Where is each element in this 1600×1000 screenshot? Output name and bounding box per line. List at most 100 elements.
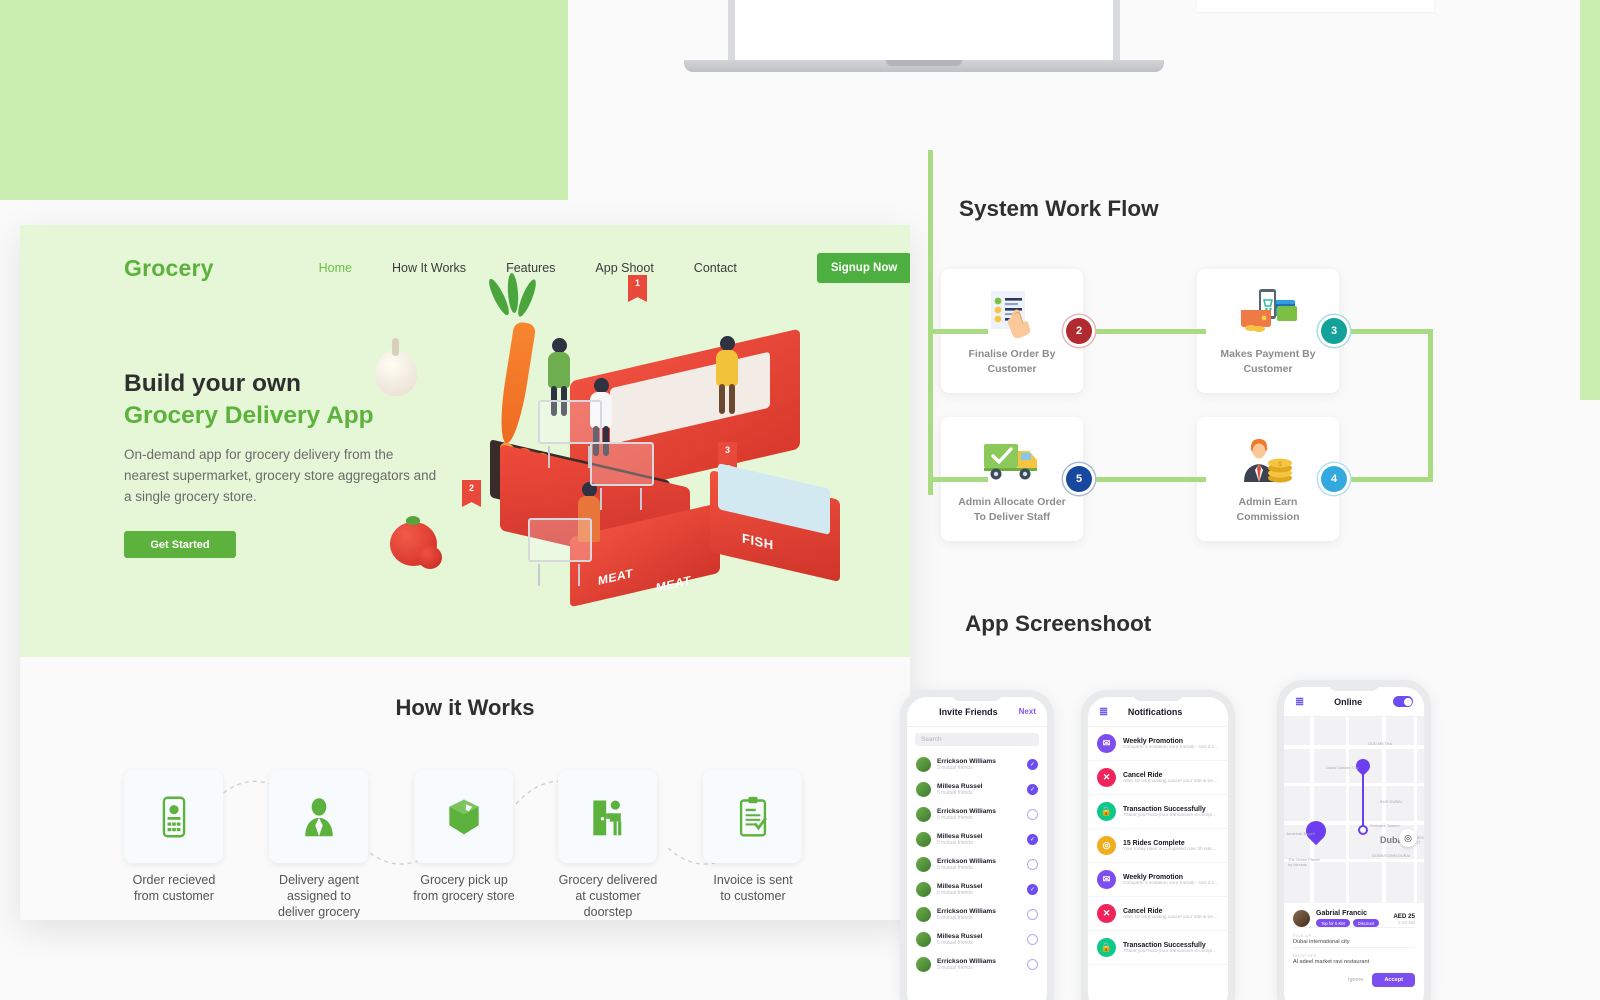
- hero-headline-line1: Build your own: [124, 370, 301, 397]
- grocery-store-illustration: 1 2 3 MEAT MEAT FISH: [375, 270, 890, 650]
- friend-checkbox[interactable]: [1027, 809, 1038, 820]
- get-started-button[interactable]: Get Started: [124, 531, 236, 558]
- nav-item-home[interactable]: Home: [319, 261, 352, 275]
- friend-checkbox[interactable]: [1027, 934, 1038, 945]
- friend-checkbox[interactable]: [1027, 859, 1038, 870]
- friend-row[interactable]: Errickson Williams 5 mutual friends: [907, 902, 1047, 927]
- hiw-card-2[interactable]: [269, 770, 368, 863]
- accept-button[interactable]: Accept: [1372, 973, 1415, 987]
- workflow-card-makes-payment[interactable]: Makes Payment By Customer: [1197, 269, 1339, 393]
- lock-icon: 🔒: [1097, 802, 1116, 821]
- notification-sub: Thank you! Now your transaction is compl…: [1123, 948, 1219, 954]
- online-header: ≣ Online: [1284, 687, 1424, 717]
- friend-row[interactable]: Millesa Russel 5 mutual friends: [907, 927, 1047, 952]
- online-toggle[interactable]: [1393, 696, 1413, 707]
- notifications-title: Notifications: [1127, 706, 1183, 717]
- hamburger-menu-icon[interactable]: ≣: [1295, 695, 1304, 708]
- friend-name: Millesa Russel: [937, 783, 983, 790]
- dropoff-leg: DROP OFF Al adeel market ravi restaurant: [1293, 947, 1415, 967]
- friend-row[interactable]: Millesa Russel 5 mutual friends ✓: [907, 777, 1047, 802]
- shopping-cart-3: [528, 518, 592, 586]
- friend-checkbox[interactable]: ✓: [1027, 759, 1038, 770]
- doorstep-delivery-icon: [592, 800, 621, 835]
- carrot-icon: [495, 321, 537, 445]
- phone-notch: [1132, 690, 1184, 701]
- ride-request-card: Gabrial Francic Top for 5 KM Discount AE…: [1284, 903, 1424, 994]
- friend-row[interactable]: Millesa Russel 5 mutual friends ✓: [907, 827, 1047, 852]
- app-screenshoot-title: App Screenshoot: [965, 611, 1152, 636]
- friend-checkbox[interactable]: ✓: [1027, 784, 1038, 795]
- notification-row[interactable]: ✉ Weekly Promotion Complete 3 invitation y…: [1088, 863, 1228, 897]
- ride-tag-distance: Top for 5 KM: [1316, 919, 1350, 927]
- hiw-card-5[interactable]: [703, 770, 802, 863]
- ride-request-header: Gabrial Francic Top for 5 KM Discount AE…: [1293, 910, 1415, 927]
- notification-row[interactable]: ✉ Weekly Promotion Complete 3 invitation y…: [1088, 727, 1228, 761]
- notification-sub: After 15 mint waiting cancel your ride &…: [1123, 778, 1219, 784]
- workflow-line-from-3: [1344, 329, 1432, 334]
- avatar: [916, 882, 931, 897]
- laptop-mockup: Jan 2020 Feb 2020 Mar 2020 Apr 2020 reac…: [684, 0, 1164, 120]
- workflow-card-admin-commission[interactable]: $ Admin Earn Commission: [1197, 417, 1339, 541]
- ignore-button[interactable]: Ignore: [1348, 977, 1363, 983]
- workflow-badge-2: 2: [1066, 318, 1092, 344]
- friend-checkbox[interactable]: [1027, 909, 1038, 920]
- driver-avatar: [1293, 910, 1310, 927]
- friend-row[interactable]: Errickson Williams 5 mutual friends: [907, 952, 1047, 977]
- friend-name: Errickson Williams: [937, 758, 996, 765]
- friends-search-input[interactable]: Search: [915, 733, 1039, 746]
- sidebar-item-promotion-promo-code[interactable]: Promotion - Promo Code: [1197, 0, 1434, 12]
- next-button[interactable]: Next: [1019, 707, 1036, 716]
- notification-title: Transaction Successfully: [1123, 805, 1206, 813]
- avatar: [916, 832, 931, 847]
- notification-sub: Complete 3 invitation your friends - Get…: [1123, 744, 1219, 750]
- map-view[interactable]: Dubai OUD METHA BUR DUBAI DUBAI DESIGN D…: [1284, 717, 1424, 903]
- nav-item-how-it-works[interactable]: How It Works: [392, 261, 466, 275]
- map-label-downtown-dubai: DOWNTOWN DUBAI: [1372, 853, 1411, 858]
- invite-friends-header: Invite Friends Next: [907, 697, 1047, 727]
- background-panel-green-right: [1580, 0, 1600, 400]
- hiw-card-4[interactable]: [558, 770, 657, 863]
- friend-checkbox[interactable]: ✓: [1027, 834, 1038, 845]
- hiw-card-3[interactable]: [414, 770, 513, 863]
- friend-row[interactable]: Errickson Williams 5 mutual friends: [907, 802, 1047, 827]
- workflow-line-into-card-3: [928, 477, 988, 482]
- how-it-works-title: How it Works: [395, 695, 535, 720]
- avatar: [916, 807, 931, 822]
- friend-name: Errickson Williams: [937, 808, 996, 815]
- friend-checkbox[interactable]: [1027, 959, 1038, 970]
- aisle-flag-2: 2: [462, 480, 481, 507]
- workflow-badge-5: 5: [1066, 466, 1092, 492]
- notification-row[interactable]: ✕ Cancel Ride After 15 mint waiting cancel…: [1088, 761, 1228, 795]
- aisle-flag-1: 1: [628, 275, 647, 302]
- workflow-line-into-card-1: [928, 329, 988, 334]
- notification-row[interactable]: ◎ 15 Rides Complete Your today rides is co…: [1088, 829, 1228, 863]
- friend-row[interactable]: Errickson Williams 5 mutual friends ✓: [907, 752, 1047, 777]
- friend-row[interactable]: Errickson Williams 5 mutual friends: [907, 852, 1047, 877]
- notification-title: Cancel Ride: [1123, 771, 1163, 779]
- online-map-phone: ≣ Online Dubai OUD METHA BUR DUBAI DUBAI…: [1277, 680, 1431, 1000]
- workflow-line-vertical-left: [928, 150, 933, 495]
- hero-paragraph: On-demand app for grocery delivery from …: [124, 447, 437, 505]
- admin-commission-icon: $: [1197, 433, 1339, 489]
- notification-row[interactable]: 🔒 Transaction Successfully Thank you! Now …: [1088, 931, 1228, 965]
- workflow-label-4: Admin Earn Commission: [1236, 496, 1300, 524]
- workflow-line-vertical-right: [1428, 329, 1433, 482]
- phone-notch: [1328, 680, 1380, 691]
- notification-row[interactable]: ✕ Cancel Ride After 15 mint waiting cancel…: [1088, 897, 1228, 931]
- brand-logo[interactable]: Grocery: [124, 255, 214, 282]
- friend-checkbox[interactable]: ✓: [1027, 884, 1038, 895]
- notification-row[interactable]: 🔒 Transaction Successfully Thank you! Now …: [1088, 795, 1228, 829]
- notification-sub: Thank you! Now your transaction is compl…: [1123, 812, 1219, 818]
- mobile-order-icon: [162, 796, 185, 837]
- invite-friends-title: Invite Friends: [939, 706, 998, 717]
- hiw-label-2: Delivery agent assigned to deliver grocery: [278, 873, 360, 919]
- friend-name: Millesa Russel: [937, 933, 983, 940]
- gps-locate-button[interactable]: ◎: [1399, 829, 1417, 847]
- system-work-flow-title: System Work Flow: [959, 196, 1159, 221]
- pickup-value: Dubai international city: [1293, 939, 1350, 945]
- shopping-cart-1: [538, 400, 602, 468]
- friend-row[interactable]: Millesa Russel 5 mutual friends ✓: [907, 877, 1047, 902]
- hiw-card-1[interactable]: [124, 770, 223, 863]
- dropoff-value: Al adeel market ravi restaurant: [1293, 959, 1370, 965]
- hamburger-menu-icon[interactable]: ≣: [1099, 705, 1108, 718]
